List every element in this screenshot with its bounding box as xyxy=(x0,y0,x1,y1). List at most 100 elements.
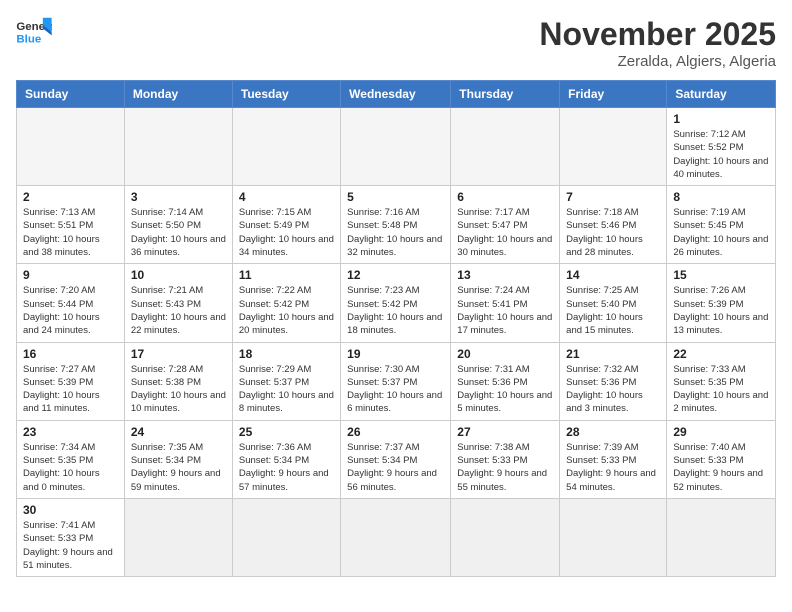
calendar-day: 3 Sunrise: 7:14 AM Sunset: 5:50 PM Daylig… xyxy=(124,186,232,264)
calendar-day xyxy=(341,108,451,186)
day-number: 14 xyxy=(566,268,660,282)
calendar-week-2: 2Sunrise: 7:13 AM Sunset: 5:51 PM Daylig… xyxy=(17,186,776,264)
calendar-day: 23 Sunrise: 7:34 AM Sunset: 5:35 PM Dayli… xyxy=(17,420,125,498)
day-info: Sunrise: 7:24 AM Sunset: 5:41 PM Dayligh… xyxy=(457,284,553,337)
calendar-day: 25 Sunrise: 7:36 AM Sunset: 5:34 PM Dayli… xyxy=(232,420,340,498)
page-header: General Blue November 2025 Zeralda, Algi… xyxy=(16,16,776,70)
day-number: 16 xyxy=(23,347,118,361)
day-info: Sunrise: 7:40 AM Sunset: 5:33 PM Dayligh… xyxy=(673,441,769,494)
day-info: Sunrise: 7:21 AM Sunset: 5:43 PM Dayligh… xyxy=(131,284,226,337)
day-info: Sunrise: 7:31 AM Sunset: 5:36 PM Dayligh… xyxy=(457,363,553,416)
day-info: Sunrise: 7:38 AM Sunset: 5:33 PM Dayligh… xyxy=(457,441,553,494)
day-info: Sunrise: 7:30 AM Sunset: 5:37 PM Dayligh… xyxy=(347,363,444,416)
day-info: Sunrise: 7:39 AM Sunset: 5:33 PM Dayligh… xyxy=(566,441,660,494)
day-number: 13 xyxy=(457,268,553,282)
calendar-week-6: 30 Sunrise: 7:41 AM Sunset: 5:33 PM Dayli… xyxy=(17,498,776,576)
day-number: 18 xyxy=(239,347,334,361)
calendar-day: 29 Sunrise: 7:40 AM Sunset: 5:33 PM Dayli… xyxy=(667,420,776,498)
weekday-header-wednesday: Wednesday xyxy=(341,81,451,108)
day-number: 15 xyxy=(673,268,769,282)
weekday-header-tuesday: Tuesday xyxy=(232,81,340,108)
weekday-header-monday: Monday xyxy=(124,81,232,108)
calendar-day xyxy=(560,498,667,576)
weekday-header-thursday: Thursday xyxy=(451,81,560,108)
calendar-day: 2Sunrise: 7:13 AM Sunset: 5:51 PM Daylig… xyxy=(17,186,125,264)
day-number: 7 xyxy=(566,190,660,204)
day-number: 30 xyxy=(23,503,118,517)
day-number: 23 xyxy=(23,425,118,439)
calendar-day: 27 Sunrise: 7:38 AM Sunset: 5:33 PM Dayli… xyxy=(451,420,560,498)
day-info: Sunrise: 7:20 AM Sunset: 5:44 PM Dayligh… xyxy=(23,284,118,337)
day-number: 26 xyxy=(347,425,444,439)
calendar-day: 22Sunrise: 7:33 AM Sunset: 5:35 PM Dayli… xyxy=(667,342,776,420)
title-area: November 2025 Zeralda, Algiers, Algeria xyxy=(539,16,776,70)
calendar-day: 14 Sunrise: 7:25 AM Sunset: 5:40 PM Dayli… xyxy=(560,264,667,342)
calendar-day: 16 Sunrise: 7:27 AM Sunset: 5:39 PM Dayli… xyxy=(17,342,125,420)
day-number: 8 xyxy=(673,190,769,204)
day-number: 19 xyxy=(347,347,444,361)
day-info: Sunrise: 7:17 AM Sunset: 5:47 PM Dayligh… xyxy=(457,206,553,259)
day-number: 10 xyxy=(131,268,226,282)
weekday-header-saturday: Saturday xyxy=(667,81,776,108)
day-number: 2 xyxy=(23,190,118,204)
calendar-day: 21Sunrise: 7:32 AM Sunset: 5:36 PM Dayli… xyxy=(560,342,667,420)
calendar-day xyxy=(17,108,125,186)
day-info: Sunrise: 7:27 AM Sunset: 5:39 PM Dayligh… xyxy=(23,363,118,416)
day-info: Sunrise: 7:16 AM Sunset: 5:48 PM Dayligh… xyxy=(347,206,444,259)
calendar-day: 13 Sunrise: 7:24 AM Sunset: 5:41 PM Dayli… xyxy=(451,264,560,342)
weekday-header-row: SundayMondayTuesdayWednesdayThursdayFrid… xyxy=(17,81,776,108)
calendar-day: 20 Sunrise: 7:31 AM Sunset: 5:36 PM Dayli… xyxy=(451,342,560,420)
calendar-day xyxy=(341,498,451,576)
calendar-day: 6 Sunrise: 7:17 AM Sunset: 5:47 PM Daylig… xyxy=(451,186,560,264)
calendar-day: 4 Sunrise: 7:15 AM Sunset: 5:49 PM Daylig… xyxy=(232,186,340,264)
calendar-table: SundayMondayTuesdayWednesdayThursdayFrid… xyxy=(16,80,776,577)
calendar-day: 8 Sunrise: 7:19 AM Sunset: 5:45 PM Daylig… xyxy=(667,186,776,264)
day-number: 11 xyxy=(239,268,334,282)
day-number: 9 xyxy=(23,268,118,282)
day-number: 12 xyxy=(347,268,444,282)
day-info: Sunrise: 7:41 AM Sunset: 5:33 PM Dayligh… xyxy=(23,519,118,572)
day-info: Sunrise: 7:12 AM Sunset: 5:52 PM Dayligh… xyxy=(673,128,769,181)
calendar-day xyxy=(451,108,560,186)
calendar-day: 30 Sunrise: 7:41 AM Sunset: 5:33 PM Dayli… xyxy=(17,498,125,576)
calendar-day xyxy=(560,108,667,186)
day-number: 25 xyxy=(239,425,334,439)
calendar-week-3: 9 Sunrise: 7:20 AM Sunset: 5:44 PM Daylig… xyxy=(17,264,776,342)
day-info: Sunrise: 7:14 AM Sunset: 5:50 PM Dayligh… xyxy=(131,206,226,259)
calendar-day: 24Sunrise: 7:35 AM Sunset: 5:34 PM Dayli… xyxy=(124,420,232,498)
calendar-week-1: 1Sunrise: 7:12 AM Sunset: 5:52 PM Daylig… xyxy=(17,108,776,186)
day-number: 27 xyxy=(457,425,553,439)
svg-text:Blue: Blue xyxy=(16,33,41,45)
weekday-header-sunday: Sunday xyxy=(17,81,125,108)
logo-icon: General Blue xyxy=(16,16,52,46)
day-number: 3 xyxy=(131,190,226,204)
calendar-week-5: 23 Sunrise: 7:34 AM Sunset: 5:35 PM Dayli… xyxy=(17,420,776,498)
calendar-day xyxy=(232,108,340,186)
weekday-header-friday: Friday xyxy=(560,81,667,108)
calendar-day: 9 Sunrise: 7:20 AM Sunset: 5:44 PM Daylig… xyxy=(17,264,125,342)
day-info: Sunrise: 7:15 AM Sunset: 5:49 PM Dayligh… xyxy=(239,206,334,259)
day-info: Sunrise: 7:37 AM Sunset: 5:34 PM Dayligh… xyxy=(347,441,444,494)
day-number: 4 xyxy=(239,190,334,204)
day-info: Sunrise: 7:36 AM Sunset: 5:34 PM Dayligh… xyxy=(239,441,334,494)
calendar-day: 18 Sunrise: 7:29 AM Sunset: 5:37 PM Dayli… xyxy=(232,342,340,420)
calendar-week-4: 16 Sunrise: 7:27 AM Sunset: 5:39 PM Dayli… xyxy=(17,342,776,420)
day-info: Sunrise: 7:23 AM Sunset: 5:42 PM Dayligh… xyxy=(347,284,444,337)
calendar-day: 11Sunrise: 7:22 AM Sunset: 5:42 PM Dayli… xyxy=(232,264,340,342)
calendar-day: 15Sunrise: 7:26 AM Sunset: 5:39 PM Dayli… xyxy=(667,264,776,342)
day-info: Sunrise: 7:19 AM Sunset: 5:45 PM Dayligh… xyxy=(673,206,769,259)
day-info: Sunrise: 7:25 AM Sunset: 5:40 PM Dayligh… xyxy=(566,284,660,337)
day-info: Sunrise: 7:32 AM Sunset: 5:36 PM Dayligh… xyxy=(566,363,660,416)
day-info: Sunrise: 7:34 AM Sunset: 5:35 PM Dayligh… xyxy=(23,441,118,494)
day-number: 6 xyxy=(457,190,553,204)
day-number: 17 xyxy=(131,347,226,361)
day-number: 24 xyxy=(131,425,226,439)
day-number: 29 xyxy=(673,425,769,439)
calendar-day xyxy=(124,108,232,186)
location: Zeralda, Algiers, Algeria xyxy=(539,53,776,70)
day-number: 22 xyxy=(673,347,769,361)
day-number: 20 xyxy=(457,347,553,361)
day-info: Sunrise: 7:29 AM Sunset: 5:37 PM Dayligh… xyxy=(239,363,334,416)
day-info: Sunrise: 7:18 AM Sunset: 5:46 PM Dayligh… xyxy=(566,206,660,259)
day-number: 28 xyxy=(566,425,660,439)
